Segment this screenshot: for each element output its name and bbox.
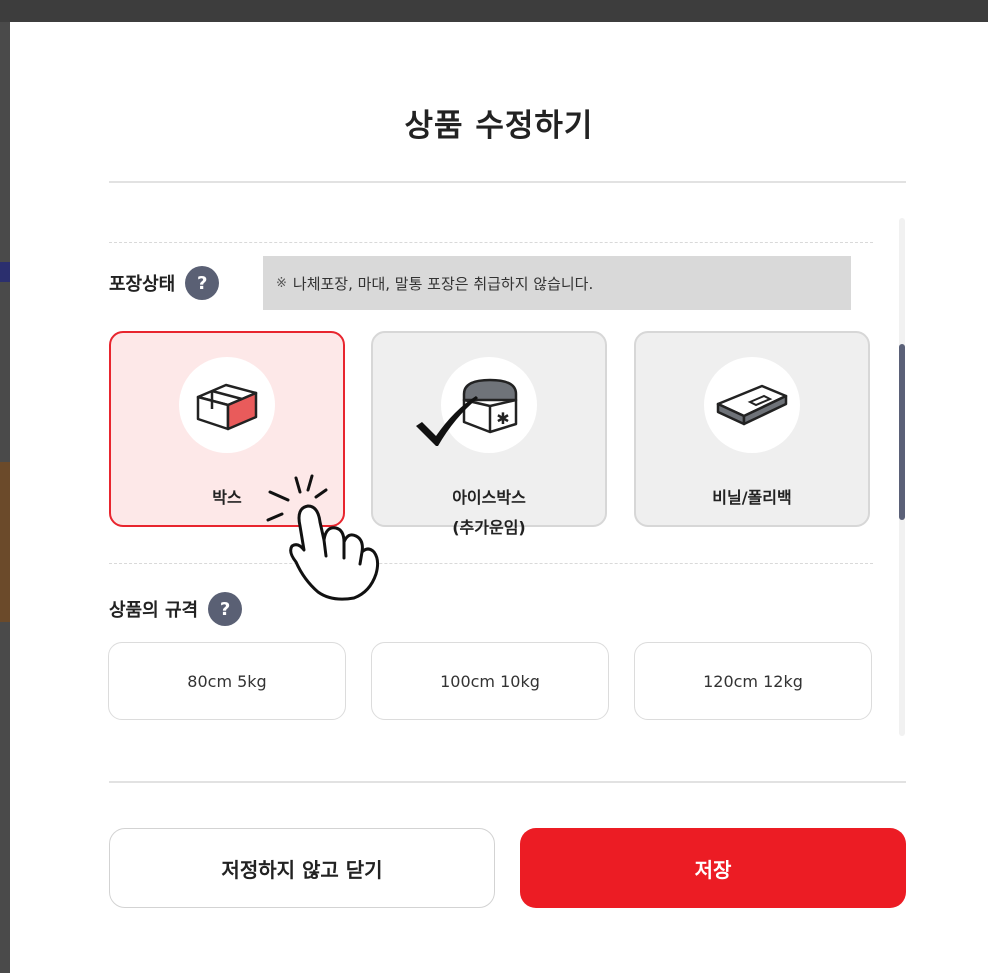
save-button[interactable]: 저장: [520, 828, 906, 908]
size-section-label: 상품의 규격 ?: [109, 592, 243, 626]
packaging-option-polybag[interactable]: 비닐/폴리백: [634, 331, 870, 527]
background-top-bar: [0, 0, 988, 22]
close-without-saving-button[interactable]: 저정하지 않고 닫기: [109, 828, 495, 908]
packaging-option-box[interactable]: 박스: [109, 331, 345, 527]
dashed-divider: [109, 242, 873, 243]
modal-title: 상품 수정하기: [404, 108, 594, 144]
size-option-100cm[interactable]: 100cm 10kg: [371, 642, 609, 720]
dashed-divider: [109, 563, 873, 564]
divider: [109, 181, 906, 183]
reference-mark: ※: [276, 275, 287, 291]
background-page-edge: [0, 22, 10, 973]
packaging-section-label: 포장상태 ?: [109, 266, 220, 300]
svg-text:✱: ✱: [496, 409, 509, 428]
background-accent: [0, 462, 10, 622]
help-icon[interactable]: ?: [185, 266, 220, 300]
notice-text: 나체포장, 마대, 말통 포장은 취급하지 않습니다.: [292, 274, 594, 293]
packaging-label: 포장상태: [109, 274, 176, 295]
box-icon: [179, 357, 275, 453]
option-label: 박스: [212, 488, 242, 507]
scrollbar-thumb[interactable]: [899, 344, 905, 520]
option-label: 비닐/폴리백: [712, 488, 792, 507]
packaging-option-icebox[interactable]: ✱ 아이스박스 (추가운임): [371, 331, 607, 537]
packaging-notice: ※ 나체포장, 마대, 말통 포장은 취급하지 않습니다.: [263, 256, 851, 310]
edit-product-modal: 상품 수정하기 포장상태 ? ※ 나체포장, 마대, 말통 포장은 취급하지 않…: [10, 22, 988, 973]
size-label: 상품의 규격: [109, 600, 199, 621]
option-label: 아이스박스 (추가운임): [373, 483, 605, 543]
help-icon[interactable]: ?: [208, 592, 243, 626]
size-option-80cm[interactable]: 80cm 5kg: [108, 642, 346, 720]
background-accent: [0, 262, 10, 282]
size-option-120cm[interactable]: 120cm 12kg: [634, 642, 872, 720]
icebox-icon: ✱: [441, 357, 537, 453]
divider: [109, 781, 906, 783]
option-label-line2: (추가운임): [452, 518, 526, 537]
polybag-icon: [704, 357, 800, 453]
option-label-line1: 아이스박스: [452, 488, 526, 507]
